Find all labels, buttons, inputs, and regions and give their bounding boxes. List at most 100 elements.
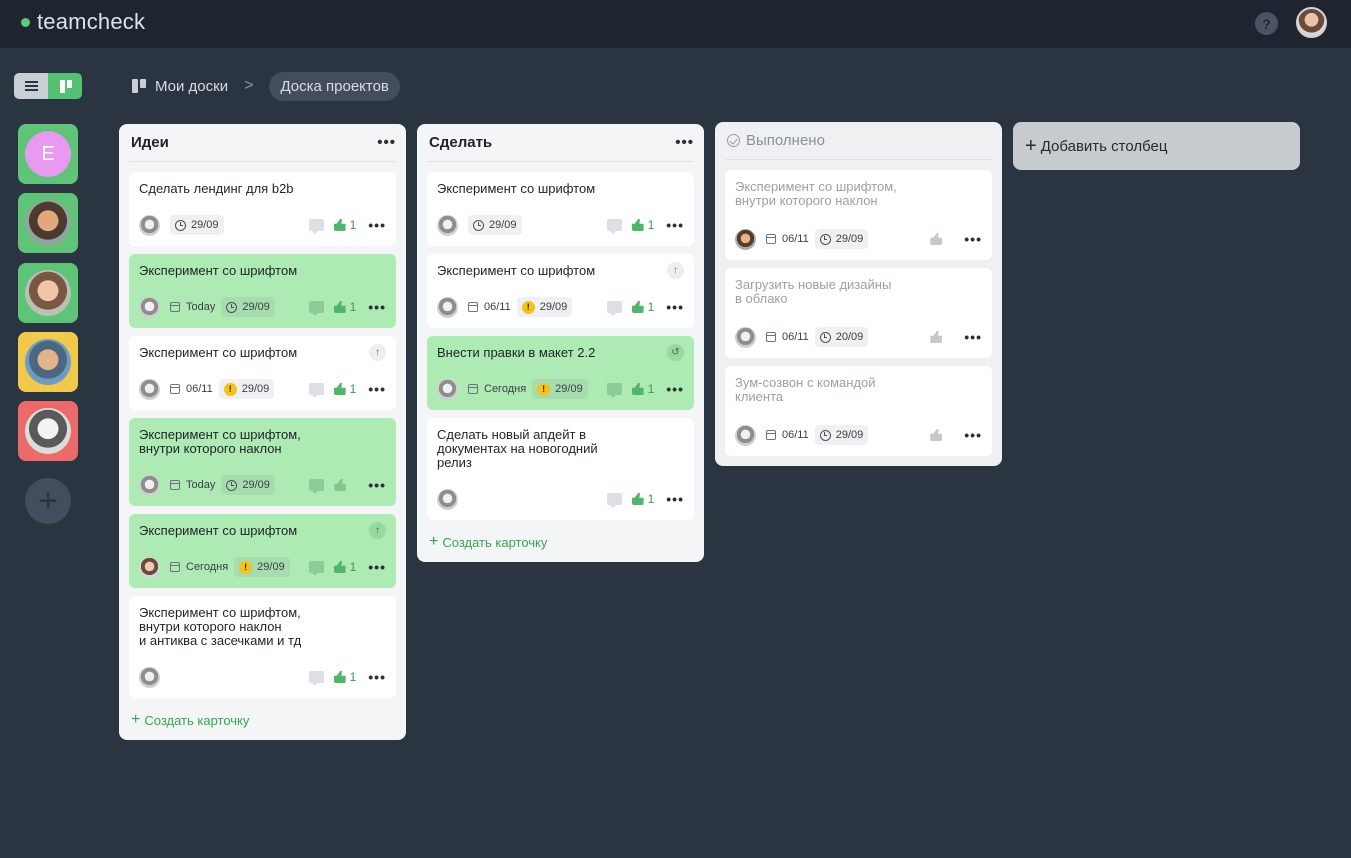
task-card[interactable]: Эксперимент со шрифтом ↑ Сегодня! 29/09 1 ••• <box>129 514 396 588</box>
assignee-avatar[interactable] <box>139 556 160 578</box>
like-button[interactable]: 1 <box>631 382 654 396</box>
card-menu-icon[interactable]: ••• <box>368 381 386 397</box>
comment-icon[interactable] <box>309 479 325 494</box>
add-column-button[interactable]: + Добавить столбец <box>1013 122 1300 170</box>
task-card[interactable]: Эксперимент со шрифтом, внутри которого … <box>129 596 396 698</box>
planned-date: Сегодня <box>468 383 526 395</box>
like-button[interactable] <box>930 233 952 245</box>
create-card-button[interactable]: + Создать карточку <box>427 528 694 562</box>
due-date-chip[interactable]: 29/09 <box>814 229 869 249</box>
card-menu-icon[interactable]: ••• <box>666 491 684 507</box>
like-button[interactable]: 1 <box>631 492 654 506</box>
add-team-button[interactable]: + <box>25 478 71 524</box>
priority-up-icon[interactable]: ↑ <box>667 262 684 279</box>
comment-icon[interactable] <box>308 671 324 686</box>
user-avatar[interactable] <box>1296 7 1327 38</box>
help-icon[interactable]: ? <box>1255 12 1278 35</box>
like-button[interactable]: 1 <box>631 300 654 314</box>
due-date-chip[interactable]: 29/09 <box>170 215 224 235</box>
card-menu-icon[interactable]: ••• <box>368 299 386 315</box>
task-card[interactable]: Эксперимент со шрифтом, внутри которого … <box>129 418 396 506</box>
create-card-button[interactable]: + Создать карточку <box>129 706 396 740</box>
due-date-chip[interactable]: 29/09 <box>468 215 522 235</box>
due-date-chip[interactable]: 29/09 <box>221 297 275 317</box>
like-button[interactable]: 1 <box>333 300 356 314</box>
card-menu-icon[interactable]: ••• <box>666 217 684 233</box>
due-date-chip[interactable]: ! 29/09 <box>516 297 573 317</box>
assignee-avatar[interactable] <box>139 296 160 318</box>
planned-date-text: 06/11 <box>782 331 809 343</box>
assignee-avatar[interactable] <box>437 488 458 510</box>
view-toggle <box>14 73 82 99</box>
assignee-avatar[interactable] <box>735 326 756 348</box>
card-menu-icon[interactable]: ••• <box>666 299 684 315</box>
like-button[interactable] <box>930 429 952 441</box>
thumbs-up-icon <box>333 301 346 313</box>
card-menu-icon[interactable]: ••• <box>368 559 386 575</box>
like-button[interactable]: 1 <box>333 560 356 574</box>
card-menu-icon[interactable]: ••• <box>368 477 386 493</box>
card-title: Эксперимент со шрифтом, внутри которого … <box>139 605 302 648</box>
comment-icon[interactable] <box>308 301 324 316</box>
board-view-button[interactable] <box>48 73 82 99</box>
like-button[interactable] <box>334 479 356 491</box>
comment-icon[interactable] <box>308 383 324 398</box>
like-button[interactable] <box>930 331 952 343</box>
due-date-chip[interactable]: ! 29/09 <box>234 557 290 577</box>
assignee-avatar[interactable] <box>139 214 160 236</box>
assignee-avatar[interactable] <box>437 378 458 400</box>
team-item[interactable]: E <box>18 124 78 184</box>
card-menu-icon[interactable]: ••• <box>666 381 684 397</box>
column-menu-icon[interactable]: ••• <box>675 135 694 150</box>
logo[interactable]: teamcheck <box>21 9 145 35</box>
repeat-icon[interactable]: ↺ <box>667 344 684 361</box>
due-date-chip[interactable]: 29/09 <box>221 475 275 495</box>
team-item[interactable] <box>18 263 78 323</box>
task-card[interactable]: Сделать лендинг для b2b 29/09 1 ••• <box>129 172 396 246</box>
comment-icon[interactable] <box>606 301 622 316</box>
card-menu-icon[interactable]: ••• <box>368 217 386 233</box>
task-card[interactable]: Загрузить новые дизайны в облако 06/11 20/… <box>725 268 992 358</box>
due-date-chip[interactable]: ! 29/09 <box>218 379 275 399</box>
comment-icon[interactable] <box>606 383 622 398</box>
like-button[interactable]: 1 <box>333 218 356 232</box>
card-menu-icon[interactable]: ••• <box>964 329 982 345</box>
due-date-chip[interactable]: ! 29/09 <box>532 379 588 399</box>
task-card[interactable]: Сделать новый апдейт в документах на нов… <box>427 418 694 520</box>
task-card[interactable]: Эксперимент со шрифтом ↑ 06/11! 29/09 1 ••• <box>129 336 396 410</box>
column-menu-icon[interactable]: ••• <box>377 135 396 150</box>
assignee-avatar[interactable] <box>735 228 756 250</box>
assignee-avatar[interactable] <box>437 296 458 318</box>
breadcrumb-current-board[interactable]: Доска проектов <box>269 71 400 101</box>
task-card[interactable]: Эксперимент со шрифтом, внутри которого … <box>725 170 992 260</box>
comment-icon[interactable] <box>606 493 622 508</box>
comment-icon[interactable] <box>308 561 324 576</box>
card-menu-icon[interactable]: ••• <box>964 427 982 443</box>
team-item[interactable] <box>18 401 78 461</box>
assignee-avatar[interactable] <box>139 666 160 688</box>
due-date-chip[interactable]: 29/09 <box>814 425 869 445</box>
comment-icon[interactable] <box>308 219 324 234</box>
assignee-avatar[interactable] <box>139 378 160 400</box>
assignee-avatar[interactable] <box>437 214 458 236</box>
breadcrumb-my-boards[interactable]: Мои доски <box>155 78 228 95</box>
priority-up-icon[interactable]: ↑ <box>369 344 386 361</box>
task-card[interactable]: Эксперимент со шрифтом 29/09 1 ••• <box>427 172 694 246</box>
task-card[interactable]: Внести правки в макет 2.2 ↺ Сегодня! 29/09 1… <box>427 336 694 410</box>
team-item[interactable] <box>18 332 78 392</box>
priority-up-icon[interactable]: ↑ <box>369 522 386 539</box>
task-card[interactable]: Эксперимент со шрифтом ↑ 06/11! 29/09 1 ••• <box>427 254 694 328</box>
assignee-avatar[interactable] <box>139 474 160 496</box>
comment-icon[interactable] <box>606 219 622 234</box>
list-view-button[interactable] <box>14 73 48 99</box>
like-button[interactable]: 1 <box>333 382 356 396</box>
card-menu-icon[interactable]: ••• <box>368 669 386 685</box>
like-button[interactable]: 1 <box>333 670 356 684</box>
task-card[interactable]: Эксперимент со шрифтом Today 29/09 1 ••• <box>129 254 396 328</box>
team-item[interactable] <box>18 193 78 253</box>
due-date-chip[interactable]: 20/09 <box>814 327 869 347</box>
card-menu-icon[interactable]: ••• <box>964 231 982 247</box>
assignee-avatar[interactable] <box>735 424 756 446</box>
task-card[interactable]: Зум-созвон с командой клиента 06/11 29/09 •… <box>725 366 992 456</box>
like-button[interactable]: 1 <box>631 218 654 232</box>
